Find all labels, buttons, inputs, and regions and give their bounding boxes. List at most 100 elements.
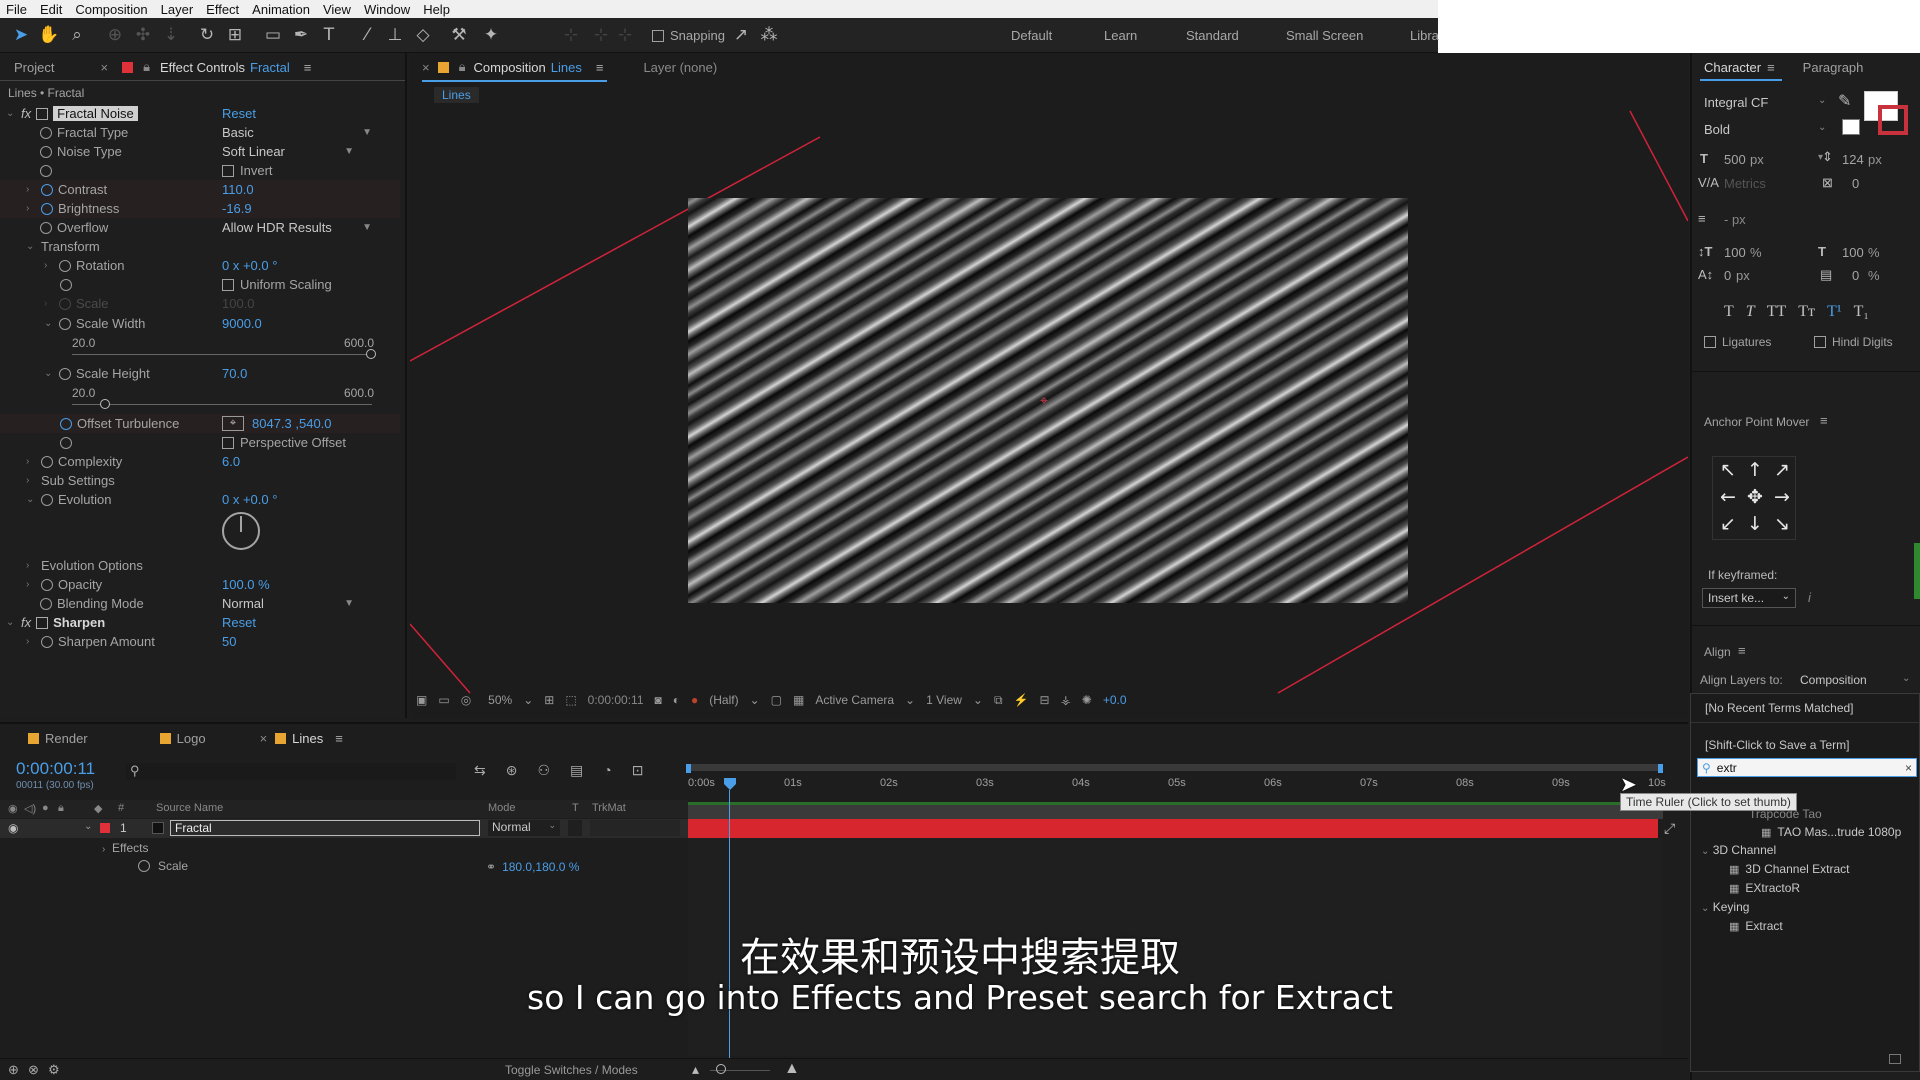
- menu-edit[interactable]: Edit: [40, 2, 62, 17]
- new-folder-icon[interactable]: [1889, 1054, 1901, 1064]
- evolution-value[interactable]: 0 x +0.0 °: [222, 492, 277, 507]
- stopwatch-icon[interactable]: [60, 417, 72, 430]
- transparency-grid-icon[interactable]: ▦: [793, 693, 804, 707]
- transform-group-row[interactable]: ⌄ Transform: [0, 237, 400, 256]
- selection-tool-icon[interactable]: ➤: [10, 24, 32, 46]
- uniform-scaling-checkbox[interactable]: [222, 278, 234, 291]
- evolution-options-row[interactable]: › Evolution Options: [0, 556, 400, 575]
- expand-triangle-icon[interactable]: ›: [26, 579, 36, 590]
- layer-row[interactable]: ◉ ⌄ 1 Fractal Normal ⌄: [0, 819, 688, 838]
- fast-previews-icon[interactable]: ⚡: [1014, 693, 1029, 707]
- small-caps-button[interactable]: Tт: [1798, 303, 1815, 321]
- layer-duration-bar[interactable]: [688, 819, 1658, 838]
- contrast-value[interactable]: 110.0: [222, 182, 254, 197]
- default-colors-icon[interactable]: [1842, 119, 1860, 135]
- stopwatch-icon[interactable]: [40, 221, 52, 234]
- font-style-dropdown[interactable]: Bold: [1704, 122, 1730, 137]
- exposure-icon[interactable]: ✺: [1082, 693, 1092, 707]
- sharpen-amount-value[interactable]: 50: [222, 634, 236, 649]
- flowchart-icon[interactable]: ⚶: [1061, 693, 1071, 707]
- menu-layer[interactable]: Layer: [161, 2, 194, 17]
- arrow-down-icon[interactable]: ↓: [1744, 513, 1766, 535]
- expand-triangle-icon[interactable]: ›: [102, 844, 105, 855]
- close-icon[interactable]: ×: [100, 60, 108, 75]
- sharpen-reset-link[interactable]: Reset: [222, 615, 256, 630]
- vertical-scale-value[interactable]: 100: [1724, 245, 1746, 260]
- evolution-dial[interactable]: [222, 512, 260, 550]
- motion-blur-icon[interactable]: ◔: [603, 762, 611, 779]
- anchor-point-icon[interactable]: ⌖: [1040, 393, 1048, 409]
- hindi-digits-checkbox[interactable]: [1814, 336, 1826, 348]
- collapse-triangle-icon[interactable]: ⌄: [26, 241, 36, 252]
- scrollbar-thumb[interactable]: [1914, 543, 1920, 599]
- arrow-top-right-icon[interactable]: ↗: [1771, 459, 1793, 481]
- noise-type-dropdown[interactable]: Soft Linear ▼: [222, 143, 358, 160]
- crosshair-icon[interactable]: ⌖: [222, 416, 244, 431]
- fractal-noise-effect-row[interactable]: ⌄ fx Fractal Noise Reset: [0, 104, 400, 123]
- menu-composition[interactable]: Composition: [75, 2, 147, 17]
- toggle-pixel-aspect-icon[interactable]: ⧉: [994, 693, 1003, 708]
- opacity-value[interactable]: 100.0 %: [222, 577, 270, 592]
- comp-render-frame[interactable]: [688, 198, 1408, 603]
- menu-effect[interactable]: Effect: [206, 2, 239, 17]
- clone-stamp-tool-icon[interactable]: ⊥: [384, 24, 406, 46]
- effects-category[interactable]: ⌄ Keying: [1701, 900, 1749, 914]
- menu-window[interactable]: Window: [364, 2, 410, 17]
- arrow-bottom-right-icon[interactable]: ↘: [1771, 513, 1793, 535]
- scale-height-slider-thumb[interactable]: [100, 399, 110, 409]
- source-name-header[interactable]: Source Name: [156, 802, 223, 814]
- always-preview-icon[interactable]: ▣: [416, 693, 427, 707]
- eraser-tool-icon[interactable]: ◇: [412, 24, 434, 46]
- visibility-eye-icon[interactable]: ◉: [8, 821, 18, 835]
- panel-menu-icon[interactable]: ≡: [335, 731, 343, 746]
- complexity-value[interactable]: 6.0: [222, 454, 240, 469]
- kerning-value[interactable]: Metrics: [1724, 176, 1766, 191]
- collapse-triangle-icon[interactable]: ⌄: [6, 108, 16, 119]
- expand-triangle-icon[interactable]: ›: [26, 456, 36, 467]
- collapse-triangle-icon[interactable]: ⌄: [6, 617, 16, 628]
- resolution-dropdown[interactable]: (Half): [709, 693, 738, 707]
- zoom-tool-icon[interactable]: ⌕: [66, 24, 88, 46]
- panel-menu-icon[interactable]: ≡: [1738, 643, 1746, 658]
- collapse-triangle-icon[interactable]: ⌄: [44, 368, 54, 379]
- reset-link[interactable]: Reset: [222, 106, 256, 121]
- scale-property-value[interactable]: 180.0,180.0 %: [502, 860, 579, 874]
- stopwatch-icon[interactable]: [41, 183, 53, 196]
- fx-icon[interactable]: fx: [21, 615, 31, 630]
- close-icon[interactable]: ×: [260, 731, 268, 746]
- subscript-button[interactable]: T₁: [1854, 303, 1869, 321]
- tab-lines[interactable]: Lines: [292, 731, 323, 746]
- expand-in-out-icon[interactable]: ⚙: [48, 1062, 60, 1078]
- scale-width-value[interactable]: 9000.0: [222, 316, 262, 331]
- effects-list-item[interactable]: ▦ EXtractoR: [1729, 881, 1800, 895]
- leading-value[interactable]: 124: [1842, 152, 1864, 167]
- expand-triangle-icon[interactable]: ›: [26, 560, 36, 571]
- timeline-search-input[interactable]: ⚲: [126, 763, 456, 780]
- fractal-type-dropdown[interactable]: Basic ▼: [222, 124, 376, 141]
- rotate-tool-icon[interactable]: ↻: [196, 24, 218, 46]
- all-caps-button[interactable]: TT: [1767, 303, 1787, 321]
- stopwatch-icon[interactable]: [59, 259, 71, 272]
- fit-icon[interactable]: ⊞: [544, 693, 554, 707]
- menu-animation[interactable]: Animation: [252, 2, 310, 17]
- orbit-tool-icon[interactable]: ⊕: [104, 24, 126, 46]
- collapse-triangle-icon[interactable]: ⌄: [84, 821, 92, 832]
- zoom-out-icon[interactable]: ▴: [692, 1061, 699, 1078]
- snap-features-icon[interactable]: ⁂: [758, 24, 780, 46]
- pan-tool-icon[interactable]: ✣: [132, 24, 154, 46]
- stopwatch-icon[interactable]: [60, 436, 72, 449]
- expand-triangle-icon[interactable]: ›: [26, 184, 36, 195]
- type-tool-icon[interactable]: T: [318, 24, 340, 46]
- hand-tool-icon[interactable]: ✋: [38, 24, 60, 46]
- tsume-value[interactable]: 0: [1852, 268, 1859, 283]
- tab-project[interactable]: Project: [14, 60, 54, 75]
- lock-icon[interactable]: 🔒︎: [459, 59, 466, 75]
- layer-mode-dropdown[interactable]: Normal ⌄: [488, 820, 560, 836]
- zoom-dropdown[interactable]: 50%: [488, 693, 512, 707]
- color-channels-icon[interactable]: ●: [691, 693, 698, 707]
- scale-height-slider-track[interactable]: [72, 404, 372, 405]
- brush-tool-icon[interactable]: ⁄: [356, 24, 378, 46]
- arrow-top-left-icon[interactable]: ↖: [1717, 459, 1739, 481]
- collapse-triangle-icon[interactable]: ⌄: [44, 318, 54, 329]
- anchor-center-icon[interactable]: ✥: [1744, 486, 1766, 508]
